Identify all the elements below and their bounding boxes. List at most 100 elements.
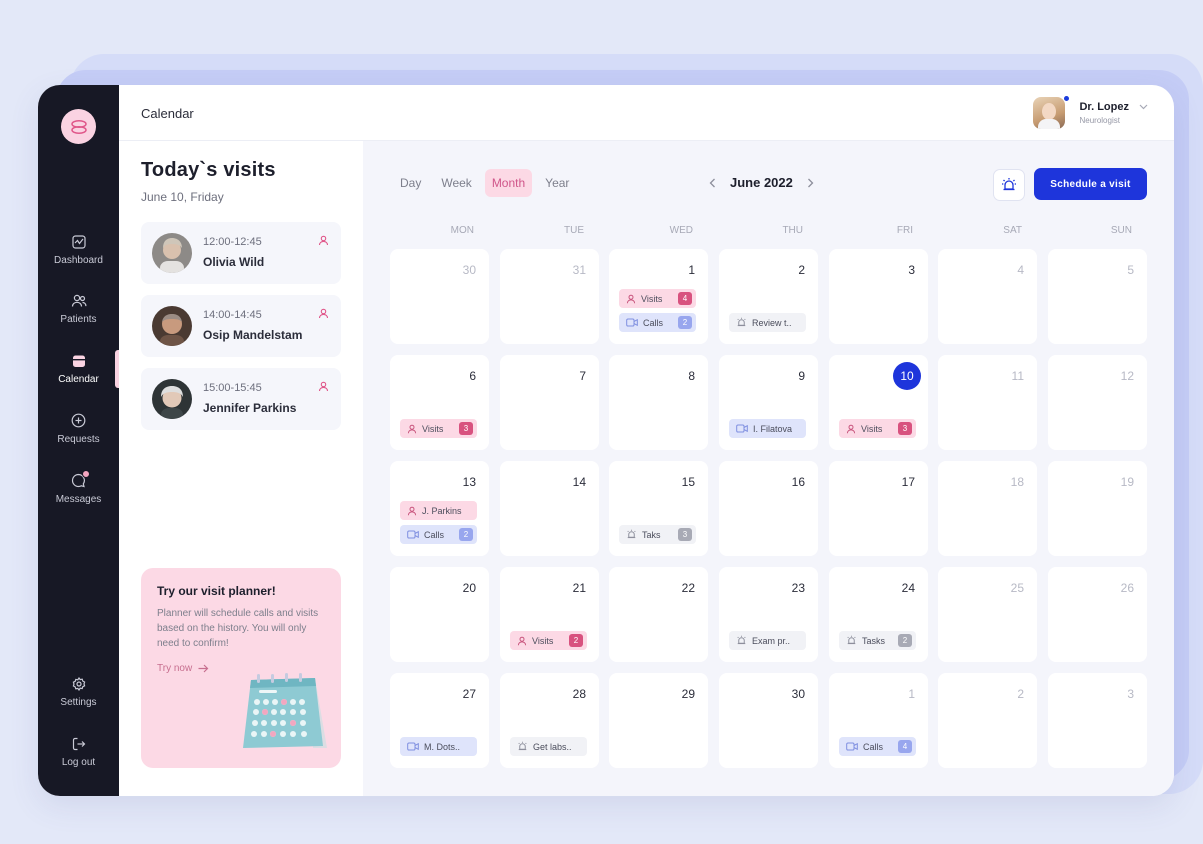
day-cell[interactable]: 22 bbox=[609, 567, 708, 662]
app-logo[interactable] bbox=[61, 109, 96, 144]
event-label: Review t.. bbox=[752, 317, 792, 328]
event-chip[interactable]: Get labs.. bbox=[510, 737, 587, 756]
day-cell[interactable]: 15 Taks 3 bbox=[609, 461, 708, 556]
sidebar-item-logout[interactable]: Log out bbox=[38, 737, 119, 768]
day-cell[interactable]: 20 bbox=[390, 567, 489, 662]
sidebar-item-requests[interactable]: Requests bbox=[38, 413, 119, 445]
calendar-illustration bbox=[243, 673, 327, 748]
day-cell[interactable]: 12 bbox=[1048, 355, 1147, 450]
event-chip[interactable]: J. Parkins bbox=[400, 501, 477, 520]
day-cell[interactable]: 24 Tasks 2 bbox=[829, 567, 928, 662]
sidebar-item-label: Patients bbox=[60, 314, 97, 325]
day-cell[interactable]: 3 bbox=[1048, 673, 1147, 768]
day-cell[interactable]: 9 I. Filatova bbox=[719, 355, 818, 450]
day-cell[interactable]: 11 bbox=[938, 355, 1037, 450]
sidebar-item-calendar[interactable]: Calendar bbox=[38, 354, 119, 385]
day-cell[interactable]: 21 Visits 2 bbox=[500, 567, 599, 662]
event-label: I. Filatova bbox=[753, 423, 793, 434]
avatar bbox=[1033, 97, 1066, 129]
event-chip[interactable]: Visits 4 bbox=[619, 289, 696, 308]
day-number: 7 bbox=[579, 369, 586, 383]
day-cell[interactable]: 19 bbox=[1048, 461, 1147, 556]
day-number: 30 bbox=[462, 263, 476, 277]
sidebar-item-messages[interactable]: Messages bbox=[38, 470, 119, 505]
day-number: 6 bbox=[469, 369, 476, 383]
event-chip[interactable]: Visits 3 bbox=[400, 419, 477, 438]
sidebar-item-patients[interactable]: Patients bbox=[38, 294, 119, 325]
visit-card[interactable]: 15:00-15:45 Jennifer Parkins bbox=[141, 368, 341, 430]
visit-card[interactable]: 14:00-14:45 Osip Mandelstam bbox=[141, 295, 341, 357]
tab-month[interactable]: Month bbox=[484, 169, 533, 197]
tab-year[interactable]: Year bbox=[538, 169, 576, 197]
day-number: 18 bbox=[1010, 475, 1024, 489]
day-cell[interactable]: 18 bbox=[938, 461, 1037, 556]
event-count-badge: 2 bbox=[898, 634, 912, 647]
day-number: 25 bbox=[1010, 581, 1024, 595]
day-cell[interactable]: 28 Get labs.. bbox=[500, 673, 599, 768]
day-cell[interactable]: 31 bbox=[500, 249, 599, 344]
sidebar-item-dashboard[interactable]: Dashboard bbox=[38, 235, 119, 266]
event-chip[interactable]: Calls 4 bbox=[839, 737, 916, 756]
chevron-down-icon[interactable] bbox=[1139, 104, 1148, 110]
day-number: 17 bbox=[901, 475, 915, 489]
event-chip[interactable]: Visits 2 bbox=[510, 631, 587, 650]
calendar-area: Day Week Month Year June 2022 Schedule a… bbox=[363, 141, 1174, 796]
event-count-badge: 3 bbox=[898, 422, 912, 435]
sidebar-item-label: Messages bbox=[55, 494, 102, 505]
day-cell[interactable]: 27 M. Dots.. bbox=[390, 673, 489, 768]
day-cell[interactable]: 23 Exam pr.. bbox=[719, 567, 818, 662]
sidebar-item-label: Calendar bbox=[58, 374, 99, 385]
chevron-left-icon[interactable] bbox=[709, 178, 716, 188]
tab-day[interactable]: Day bbox=[393, 169, 428, 197]
day-number: 31 bbox=[572, 263, 586, 277]
day-cell[interactable]: 1 Visits 4 Calls 2 bbox=[609, 249, 708, 344]
day-cell[interactable]: 10 Visits 3 bbox=[829, 355, 928, 450]
day-cell[interactable]: 16 bbox=[719, 461, 818, 556]
visit-time: 15:00-15:45 bbox=[203, 382, 262, 394]
day-number: 4 bbox=[1017, 263, 1024, 277]
day-cell[interactable]: 6 Visits 3 bbox=[390, 355, 489, 450]
schedule-visit-button[interactable]: Schedule a visit bbox=[1034, 168, 1147, 200]
sidebar-item-settings[interactable]: Settings bbox=[38, 677, 119, 708]
visit-card[interactable]: 12:00-12:45 Olivia Wild bbox=[141, 222, 341, 284]
day-cell[interactable]: 8 bbox=[609, 355, 708, 450]
event-chip[interactable]: Calls 2 bbox=[400, 525, 477, 544]
day-number: 13 bbox=[462, 475, 476, 489]
planner-promo-card: Try our visit planner! Planner will sche… bbox=[141, 568, 341, 768]
reminders-button[interactable] bbox=[993, 169, 1025, 201]
day-cell[interactable]: 2 Review t.. bbox=[719, 249, 818, 344]
day-cell[interactable]: 17 bbox=[829, 461, 928, 556]
day-cell[interactable]: 3 bbox=[829, 249, 928, 344]
alarm-icon bbox=[737, 635, 746, 645]
day-cell[interactable]: 7 bbox=[500, 355, 599, 450]
day-cell[interactable]: 1 Calls 4 bbox=[829, 673, 928, 768]
event-chip[interactable]: I. Filatova bbox=[729, 419, 806, 438]
event-chip[interactable]: Visits 3 bbox=[839, 419, 916, 438]
day-cell[interactable]: 30 bbox=[390, 249, 489, 344]
chevron-right-icon[interactable] bbox=[807, 178, 814, 188]
day-cell[interactable]: 26 bbox=[1048, 567, 1147, 662]
tab-week[interactable]: Week bbox=[434, 169, 478, 197]
user-icon bbox=[407, 424, 417, 433]
event-chip[interactable]: M. Dots.. bbox=[400, 737, 477, 756]
try-now-link[interactable]: Try now bbox=[157, 663, 209, 674]
notification-badge bbox=[82, 470, 90, 478]
event-chip[interactable]: Exam pr.. bbox=[729, 631, 806, 650]
day-cell[interactable]: 13 J. Parkins Calls 2 bbox=[390, 461, 489, 556]
event-count-badge: 3 bbox=[459, 422, 473, 435]
day-cell[interactable]: 2 bbox=[938, 673, 1037, 768]
day-cell[interactable]: 4 bbox=[938, 249, 1037, 344]
day-cell[interactable]: 14 bbox=[500, 461, 599, 556]
event-chip[interactable]: Tasks 2 bbox=[839, 631, 916, 650]
event-chip[interactable]: Review t.. bbox=[729, 313, 806, 332]
visit-time: 14:00-14:45 bbox=[203, 309, 262, 321]
event-chip[interactable]: Taks 3 bbox=[619, 525, 696, 544]
patient-name: Jennifer Parkins bbox=[203, 401, 297, 415]
event-chip[interactable]: Calls 2 bbox=[619, 313, 696, 332]
weekday-header: SAT bbox=[1003, 225, 1022, 236]
profile-menu[interactable]: Dr. Lopez Neurologist bbox=[1033, 95, 1148, 129]
day-cell[interactable]: 5 bbox=[1048, 249, 1147, 344]
day-cell[interactable]: 25 bbox=[938, 567, 1037, 662]
day-cell[interactable]: 30 bbox=[719, 673, 818, 768]
day-cell[interactable]: 29 bbox=[609, 673, 708, 768]
